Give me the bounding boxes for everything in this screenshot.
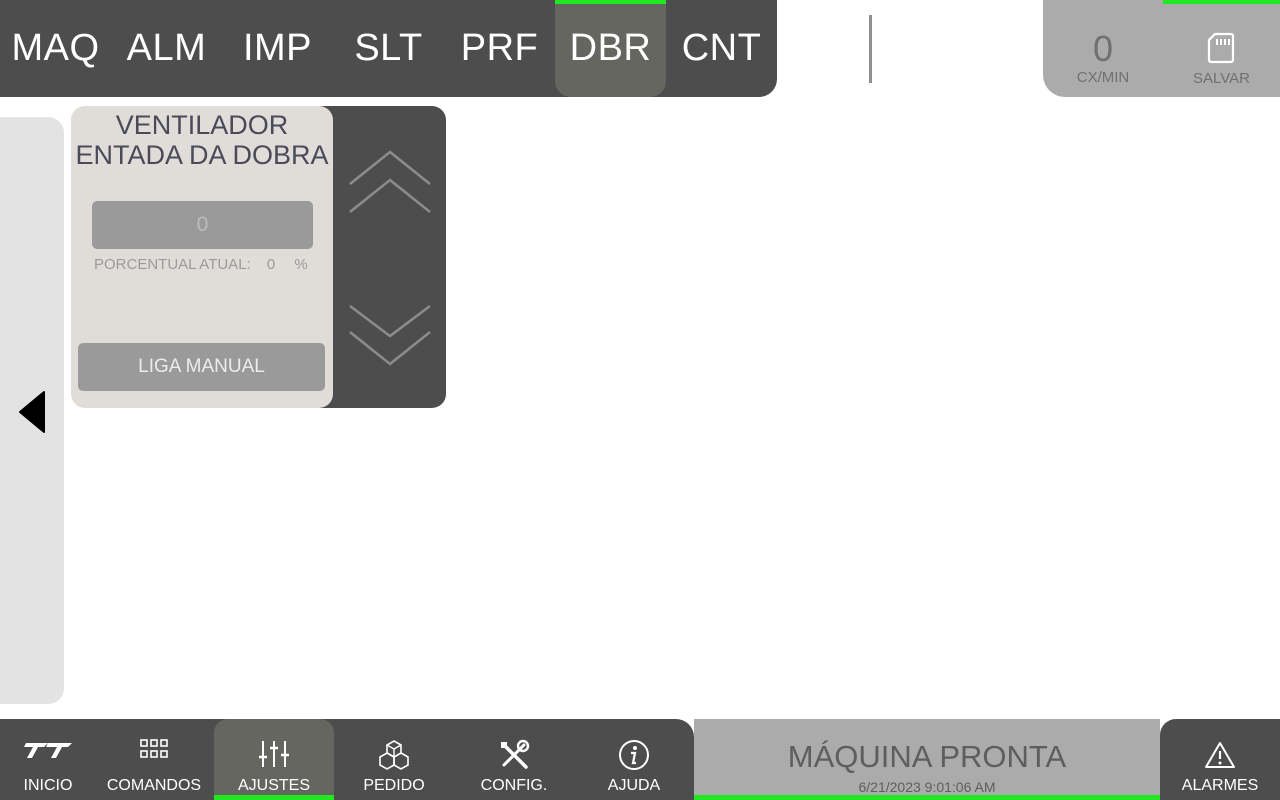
bottom-tab-config[interactable]: CONFIG. [454,719,574,800]
boxes-icon [379,740,409,770]
warning-icon [1205,742,1235,768]
tab-alm[interactable]: ALM [111,0,222,97]
current-percent-value: 0 [266,256,276,273]
sliders-icon [259,741,289,767]
fan-card: VENTILADOR ENTADA DA DOBRA 0 PORCENTUAL … [71,106,333,408]
logo-icon [24,743,72,758]
bottom-tab-pedido[interactable]: PEDIDO [334,719,454,800]
sd-card-icon [1207,32,1235,64]
bottom-tab-label: CONFIG. [480,777,548,794]
tab-dbr[interactable]: DBR [555,0,666,97]
side-panel[interactable] [0,117,64,704]
bottom-nav-bar: INICIO COMANDOS AJUSTES PEDIDO CONFIG. A… [0,719,694,800]
bottom-tab-label: PEDIDO [363,777,425,794]
bottom-tab-ajuda[interactable]: AJUDA [574,719,694,800]
alarms-button[interactable]: ALARMES [1160,719,1280,800]
bottom-tab-comandos[interactable]: COMANDOS [94,719,214,800]
machine-status-panel: MÁQUINA PRONTA 6/21/2023 9:01:06 AM [694,719,1160,800]
current-percent-row: PORCENTUAL ATUAL: 0 % [94,256,334,273]
save-label: SALVAR [1193,70,1250,87]
bottom-tab-label: INICIO [23,777,73,794]
machine-status-title: MÁQUINA PRONTA [787,739,1067,774]
save-button[interactable]: SALVAR [1163,4,1280,97]
status-group: 0 CX/MIN SALVAR [1043,0,1280,97]
current-percent-unit: % [294,256,308,273]
tab-maq[interactable]: MAQ [0,0,111,97]
status-timestamp: 6/21/2023 9:01:06 AM [858,779,996,795]
rate-value: 0 [1092,28,1114,69]
grid-icon [140,739,168,758]
card-title-line2: ENTADA DA DOBRA [75,140,329,170]
prev-page-button[interactable]: < [790,0,860,97]
triangle-left-icon[interactable] [17,390,47,434]
top-tab-bar: MAQ ALM IMP SLT PRF DBR CNT [0,0,777,97]
tab-imp[interactable]: IMP [222,0,333,97]
info-icon [619,740,649,770]
alarms-label: ALARMES [1181,777,1259,794]
rate-label: CX/MIN [1076,69,1130,86]
next-page-button[interactable]: > [881,0,951,97]
tab-prf[interactable]: PRF [444,0,555,97]
bottom-tab-label: AJUDA [607,777,661,794]
tab-cnt[interactable]: CNT [666,0,777,97]
tools-icon [501,739,530,769]
fan-value-input[interactable]: 0 [92,201,313,249]
bottom-tab-ajustes[interactable]: AJUSTES [214,719,334,800]
chevron-down-icon[interactable] [347,302,433,368]
nav-divider [869,15,872,83]
card-title: VENTILADOR ENTADA DA DOBRA [71,110,333,170]
manual-on-button[interactable]: LIGA MANUAL [78,343,325,391]
bottom-tab-label: AJUSTES [237,777,310,794]
current-percent-label: PORCENTUAL ATUAL: [94,256,251,273]
bottom-tab-inicio[interactable]: INICIO [0,719,108,800]
bottom-tab-label: COMANDOS [106,777,202,794]
chevron-up-icon[interactable] [347,148,433,214]
tab-slt[interactable]: SLT [333,0,444,97]
card-title-line1: VENTILADOR [115,110,289,140]
